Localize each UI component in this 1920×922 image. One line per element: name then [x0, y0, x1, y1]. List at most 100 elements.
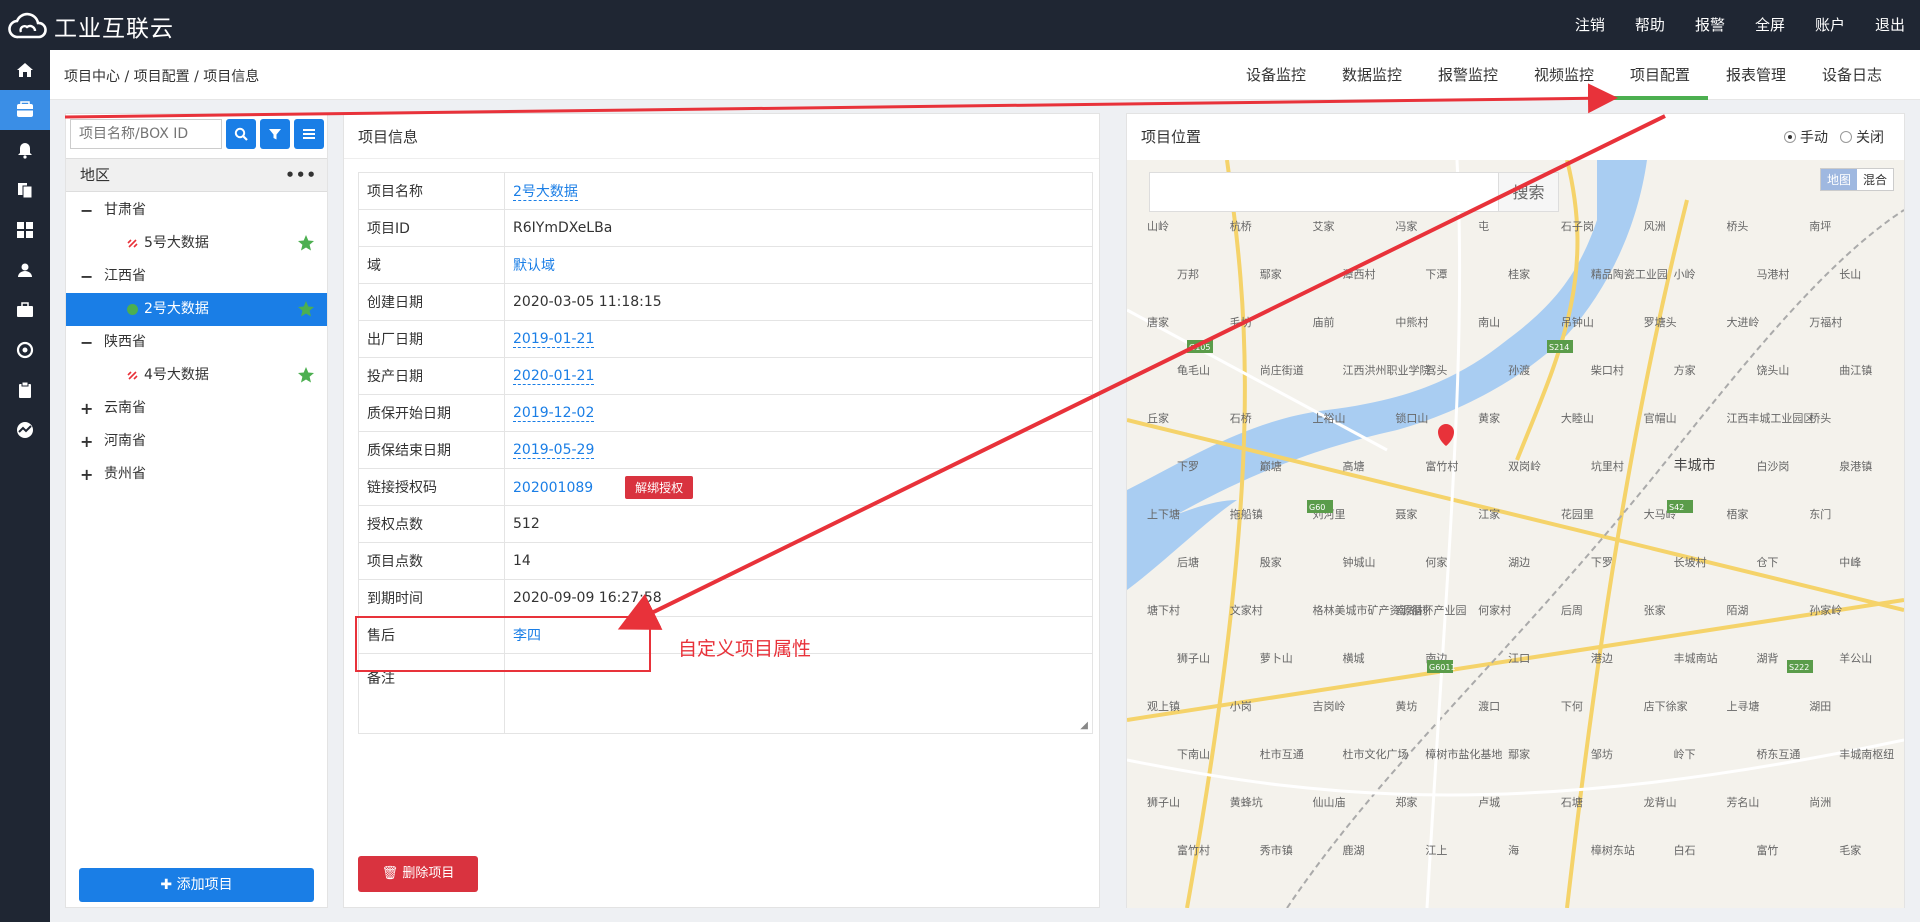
alarm-link[interactable]: 报警 — [1680, 0, 1740, 50]
mode-off-radio[interactable]: 关闭 — [1840, 127, 1884, 147]
collapse-icon[interactable]: − — [80, 194, 93, 227]
map-type-map[interactable]: 地图 — [1820, 169, 1857, 190]
tab-project-config[interactable]: 项目配置 — [1612, 50, 1708, 100]
tab-alarm-monitor[interactable]: 报警监控 — [1420, 50, 1516, 100]
info-value-text[interactable]: 2019-01-21 — [513, 331, 595, 348]
map-label: 坑里村 — [1591, 459, 1624, 473]
info-value-text: 512 — [513, 516, 540, 532]
project-icon[interactable] — [0, 90, 50, 130]
map-label: 港边 — [1591, 652, 1613, 665]
map-label: 下潭 — [1425, 268, 1447, 281]
filter-button[interactable] — [260, 119, 290, 149]
map-label: 杜市互通 — [1260, 747, 1304, 761]
expand-icon[interactable]: + — [80, 392, 93, 425]
breadcrumb: 项目中心 / 项目配置 / 项目信息 — [64, 69, 260, 85]
info-value-text[interactable]: 默认域 — [513, 258, 555, 274]
road-label: G60 — [1309, 503, 1325, 512]
map-label: 鄢家 — [1260, 267, 1282, 281]
map-label: 南坪 — [1809, 220, 1831, 233]
unbind-button[interactable]: 解绑授权 — [625, 475, 694, 499]
map-type-hybrid[interactable]: 混合 — [1857, 169, 1893, 190]
map-label: 龟毛山 — [1177, 364, 1210, 377]
map-label: 吉岗岭 — [1313, 699, 1346, 713]
help-link[interactable]: 帮助 — [1620, 0, 1680, 50]
home-icon[interactable] — [0, 50, 50, 90]
bell-icon[interactable] — [0, 130, 50, 170]
map-search-button[interactable]: 搜索 — [1499, 172, 1559, 212]
project-search-input[interactable] — [70, 119, 222, 149]
map-label: 何家村 — [1478, 603, 1511, 617]
list-button[interactable] — [294, 119, 324, 149]
chart-icon[interactable] — [0, 410, 50, 450]
info-value-text[interactable]: 2019-12-02 — [513, 405, 595, 422]
users-icon[interactable] — [0, 250, 50, 290]
map-label: 龙背山 — [1644, 795, 1677, 809]
map-label: 高塘 — [1343, 459, 1365, 473]
account-link[interactable]: 账户 — [1800, 0, 1860, 50]
map-label: 杜市文化广场 — [1343, 747, 1409, 761]
map-label: 杭桥 — [1230, 219, 1252, 233]
more-icon[interactable]: ••• — [285, 159, 317, 191]
copy-icon[interactable] — [0, 170, 50, 210]
info-value: R6IYmDXeLBa — [504, 209, 1093, 247]
star-icon[interactable] — [297, 234, 315, 252]
tab-device-monitor[interactable]: 设备监控 — [1228, 50, 1324, 100]
info-value-text[interactable]: 202001089 — [513, 480, 593, 496]
panel-title: 项目信息 — [358, 128, 419, 146]
star-icon[interactable] — [297, 366, 315, 384]
map-search-input[interactable] — [1149, 172, 1499, 212]
star-icon[interactable] — [297, 300, 315, 318]
search-button[interactable] — [226, 119, 256, 149]
info-value-text[interactable]: 2号大数据 — [513, 184, 578, 201]
tab-device-log[interactable]: 设备日志 — [1804, 50, 1900, 100]
tab-report-manage[interactable]: 报表管理 — [1708, 50, 1804, 100]
map-label: 双岗岭 — [1508, 459, 1541, 473]
info-row: 项目ID R6IYmDXeLBa — [358, 209, 1093, 247]
expand-icon[interactable]: + — [80, 425, 93, 458]
resize-handle-icon[interactable]: ◢ — [1080, 720, 1088, 731]
info-row: 投产日期 2020-01-21 — [358, 357, 1093, 395]
info-row: 创建日期 2020-03-05 11:18:15 — [358, 283, 1093, 321]
tree-node-gansu[interactable]: − 甘肃省 — [66, 194, 327, 227]
exit-link[interactable]: 退出 — [1860, 0, 1920, 50]
info-row: 域默认域 — [358, 246, 1093, 284]
tab-video-monitor[interactable]: 视频监控 — [1516, 50, 1612, 100]
fullscreen-link[interactable]: 全屏 — [1740, 0, 1800, 50]
info-value-text[interactable]: 2020-01-21 — [513, 368, 595, 385]
collapse-icon[interactable]: − — [80, 260, 93, 293]
tree-node-yunnan[interactable]: + 云南省 — [66, 392, 327, 425]
map-label: 郑家 — [1395, 795, 1417, 809]
shield-icon[interactable] — [0, 330, 50, 370]
grid-icon[interactable] — [0, 210, 50, 250]
tree-project-5[interactable]: 5号大数据 — [66, 227, 327, 260]
delete-project-button[interactable]: 🗑 删除项目 — [358, 856, 478, 892]
map-label: 万福村 — [1809, 315, 1842, 329]
tree-node-shaanxi[interactable]: − 陕西省 — [66, 326, 327, 359]
map-label: 后周 — [1561, 604, 1583, 617]
collapse-icon[interactable]: − — [80, 326, 93, 359]
tab-data-monitor[interactable]: 数据监控 — [1324, 50, 1420, 100]
tree-node-guizhou[interactable]: + 贵州省 — [66, 458, 327, 491]
expand-icon[interactable]: + — [80, 458, 93, 491]
tree-search-row — [70, 119, 324, 149]
add-project-button[interactable]: ✚ 添加项目 — [79, 868, 314, 902]
briefcase-icon[interactable] — [0, 290, 50, 330]
tree-node-jiangxi[interactable]: − 江西省 — [66, 260, 327, 293]
info-value: 14 — [504, 542, 1093, 580]
info-value: 512 — [504, 505, 1093, 543]
clipboard-icon[interactable] — [0, 370, 50, 410]
mode-manual-radio[interactable]: 手动 — [1784, 127, 1828, 147]
map-canvas[interactable]: 山岭 杭桥 艾家 冯家屯石子岗 风洲 桥头 南坪万邦 鄢家 潭西村 下潭 桂家 精品陶瓷工业园 小岭 马港… — [1127, 160, 1904, 908]
app-logo[interactable]: 工业互联云 — [8, 10, 174, 42]
info-row: 授权点数 512 — [358, 505, 1093, 543]
tree-project-4[interactable]: 4号大数据 — [66, 359, 327, 392]
map-label: 梧家 — [1726, 507, 1748, 521]
logout-link[interactable]: 注销 — [1560, 0, 1620, 50]
tree-node-henan[interactable]: + 河南省 — [66, 425, 327, 458]
map-label: 下南山 — [1177, 748, 1210, 761]
map-label: 钟城山 — [1343, 555, 1376, 569]
tree-project-2[interactable]: 2号大数据 — [66, 293, 327, 326]
map-type-switch: 地图 混合 — [1819, 168, 1894, 191]
info-value-text[interactable]: 2019-05-29 — [513, 442, 595, 459]
map-view[interactable]: 山岭 杭桥 艾家 冯家屯石子岗 风洲 桥头 南坪 万邦 鄢家 潭西村 下潭 桂家 精品陶瓷工业园 小岭 马港… — [1127, 160, 1904, 908]
